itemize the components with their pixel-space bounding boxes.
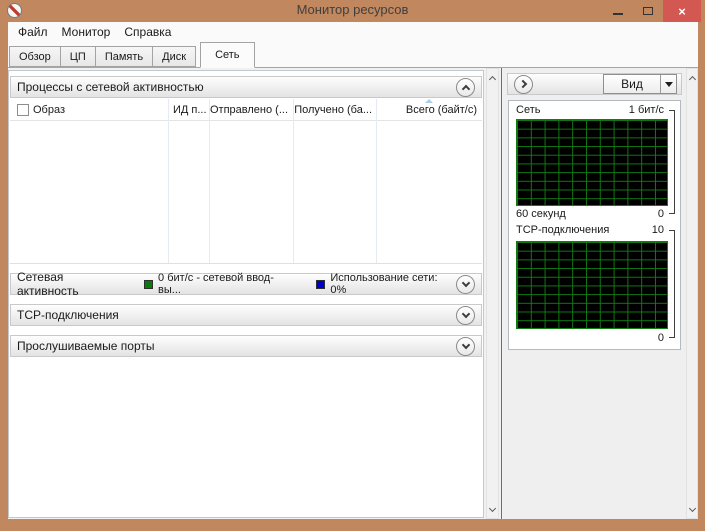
column-divider [293,99,294,263]
tab-strip: Обзор ЦП Память Диск Сеть [8,42,698,68]
sort-indicator-icon [425,99,433,103]
charts-toolbar: Вид [507,73,682,95]
section-title: Процессы с сетевой активностью [17,80,204,94]
chevron-down-icon [488,504,497,512]
view-button[interactable]: Вид [603,74,677,94]
title-bar: Монитор ресурсов × [0,0,705,22]
collapse-charts-button[interactable] [514,74,533,94]
column-divider [168,99,169,263]
expand-button[interactable] [456,336,475,356]
tcp-chart-header: TCP-подключения 10 [516,224,664,237]
chevron-down-icon [461,309,470,318]
window-body: Файл Монитор Справка Обзор ЦП Память Дис… [8,22,698,519]
tab-cpu[interactable]: ЦП [60,46,96,67]
network-chart-title: Сеть [516,104,541,116]
column-header-sent[interactable]: Отправлено (... [210,99,288,121]
network-chart-max: 1 бит/с [628,104,664,116]
close-button[interactable]: × [663,0,701,22]
process-table-header: Образ ИД п... Отправлено (... Получено (… [10,99,482,121]
right-pane-scrollbar[interactable] [686,68,698,519]
section-header-ports[interactable]: Прослушиваемые порты [10,335,482,357]
expand-button[interactable] [456,274,475,294]
view-dropdown-arrow[interactable] [660,75,676,93]
section-title: TCP-подключения [17,308,119,322]
chevron-right-icon [518,79,527,89]
chevron-down-icon [688,504,696,512]
minimize-icon [613,13,623,15]
view-button-label: Вид [621,77,643,91]
section-title: Прослушиваемые порты [17,339,155,353]
section-title: Сетевая активность [17,270,79,298]
tcp-scale-bracket [669,230,675,338]
column-header-received[interactable]: Получено (ба... [294,99,372,121]
column-header-image[interactable]: Образ [33,99,65,121]
expand-button[interactable] [456,305,475,325]
network-chart-min: 0 [657,208,664,220]
menu-bar: Файл Монитор Справка [8,22,698,42]
table-bottom-edge [10,263,482,264]
network-chart-xlabel: 60 секунд [516,208,566,220]
column-divider [209,99,210,263]
chevron-down-icon [461,278,470,287]
left-pane-scrollbar[interactable] [486,68,499,519]
tcp-chart-min: 0 [657,332,664,344]
network-chart-footer: 60 секунд 0 [516,208,664,221]
column-divider [376,99,377,263]
menu-monitor[interactable]: Монитор [62,25,111,39]
network-scale-bracket [669,110,675,214]
charts-panel: Сеть 1 бит/с 60 секунд 0 TCP-подключения… [508,100,681,350]
window-title: Монитор ресурсов [296,2,409,17]
network-chart-header: Сеть 1 бит/с [516,104,664,117]
scroll-up-button[interactable] [487,71,498,85]
chevron-up-icon [461,84,470,93]
maximize-icon [643,7,653,15]
charts-pane: Вид Сеть 1 бит/с 60 секунд 0 TCP-подключ… [503,68,686,519]
chevron-down-icon [461,340,470,349]
tab-network[interactable]: Сеть [200,42,255,68]
network-graph [516,119,668,206]
scroll-down-button[interactable] [487,502,498,516]
select-all-checkbox[interactable] [17,104,29,116]
scroll-up-button[interactable] [687,71,697,85]
legend-io-label: 0 бит/с - сетевой ввод-вы... [158,272,274,296]
main-area: Процессы с сетевой активностью Образ ИД … [8,68,698,519]
tab-overview[interactable]: Обзор [9,46,61,67]
network-tab-page: Процессы с сетевой активностью Образ ИД … [8,70,484,518]
menu-file[interactable]: Файл [18,25,48,39]
section-header-network-activity[interactable]: Сетевая активность 0 бит/с - сетевой вво… [10,270,482,298]
section-header-tcp[interactable]: TCP-подключения [10,304,482,326]
section-header-processes[interactable]: Процессы с сетевой активностью [10,76,482,98]
minimize-button[interactable] [603,0,633,22]
close-icon: × [678,3,686,19]
maximize-button[interactable] [633,0,663,22]
scroll-down-button[interactable] [687,502,697,516]
tab-disk[interactable]: Диск [153,46,197,67]
legend-green-swatch [144,279,154,289]
menu-help[interactable]: Справка [124,25,171,39]
triangle-down-icon [664,81,673,87]
collapse-button[interactable] [456,77,475,97]
legend-utilization-label: Использование сети: 0% [330,272,438,296]
tcp-chart-title: TCP-подключения [516,224,610,236]
tcp-chart-footer: 0 [516,332,664,345]
chevron-up-icon [488,75,497,83]
tab-memory[interactable]: Память [95,46,154,67]
tcp-graph [516,241,668,329]
pane-divider[interactable] [501,68,502,519]
legend-blue-swatch [316,279,326,289]
chevron-up-icon [688,75,696,83]
column-header-pid[interactable]: ИД п... [173,99,209,121]
tcp-chart-max: 10 [651,224,664,236]
